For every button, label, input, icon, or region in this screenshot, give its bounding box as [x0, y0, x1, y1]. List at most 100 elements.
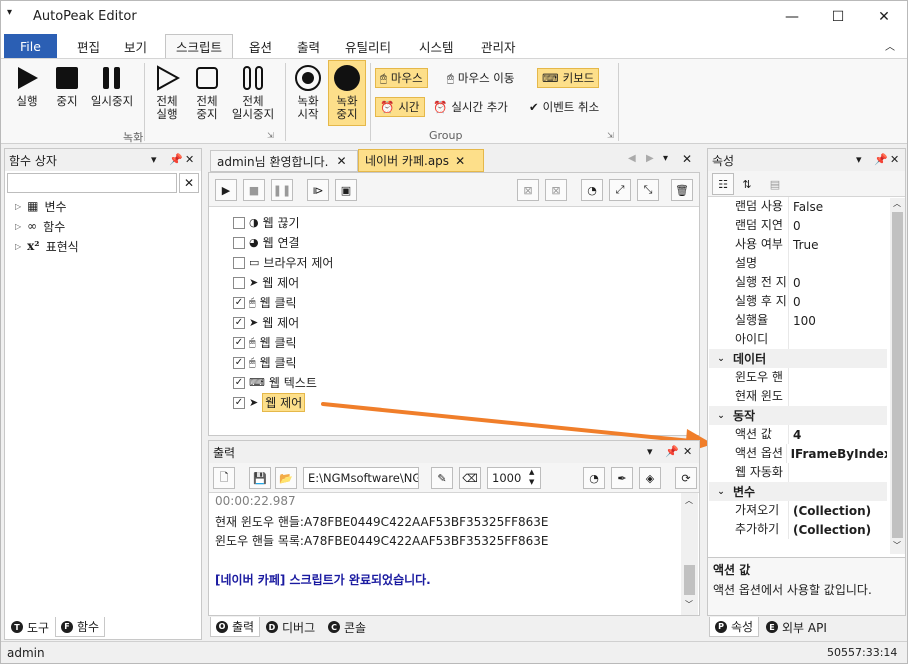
clear-search-button[interactable]: ✕ [179, 173, 199, 193]
minimize-button[interactable]: — [769, 1, 815, 32]
property-category[interactable]: ⌄ 동작 [709, 406, 887, 425]
tab-prev-icon[interactable]: ◀ [628, 153, 636, 164]
row-checkbox[interactable] [233, 276, 245, 289]
property-row[interactable]: 가져오기 (Collection) [709, 501, 887, 520]
pause-all-button[interactable]: 전체 일시중지 [227, 61, 279, 121]
property-value[interactable]: 100 [789, 314, 816, 328]
collapse-icon[interactable]: ⌄ [709, 354, 733, 364]
tab-system[interactable]: 시스템 [409, 34, 464, 58]
property-value[interactable]: False [789, 200, 823, 214]
dropdown-icon[interactable]: ▾ [151, 153, 157, 166]
new-log-button[interactable]: 🗋 [213, 467, 235, 489]
property-row[interactable]: 설명 [709, 254, 887, 273]
tab-output-bottom[interactable]: O 출력 [210, 617, 261, 637]
run-script-button[interactable]: ▶ [215, 179, 237, 201]
save-log-button[interactable]: 💾 [249, 467, 271, 489]
property-value[interactable]: 0 [789, 295, 801, 309]
expand-icon[interactable]: ▷ [15, 222, 21, 231]
close-icon[interactable]: ✕ [455, 154, 465, 168]
group-launcher-icon[interactable]: ⇲ [267, 131, 274, 140]
mouse-move-toggle[interactable]: 🖱 마우스 이동 [443, 68, 518, 88]
close-icon[interactable]: ✕ [890, 153, 899, 166]
keyboard-toggle[interactable]: ⌨ 키보드 [537, 68, 600, 88]
pin-icon[interactable]: 📌 [665, 445, 679, 458]
script-row[interactable]: ➤ 웹 제어 [233, 273, 299, 292]
row-checkbox[interactable]: ✓ [233, 316, 245, 329]
close-icon[interactable]: ✕ [336, 154, 346, 168]
realtime-add-toggle[interactable]: ⏰ 실시간 추가 [429, 97, 512, 117]
scroll-up-icon[interactable]: ︿ [685, 495, 693, 506]
open-folder-button[interactable]: 📂 [275, 467, 297, 489]
dropdown-icon[interactable]: ▾ [647, 445, 653, 458]
tree-item-function[interactable]: ▷ ∞ 함수 [15, 217, 65, 235]
pin-icon[interactable]: 📌 [169, 153, 183, 166]
tab-tools[interactable]: T 도구 [6, 617, 54, 637]
property-value[interactable]: (Collection) [789, 523, 871, 537]
close-icon[interactable]: ✕ [185, 153, 194, 166]
categorized-button[interactable]: ☷ [712, 173, 734, 195]
tab-next-icon[interactable]: ▶ [646, 153, 654, 164]
tab-console[interactable]: C 콘솔 [323, 617, 371, 637]
time-toggle[interactable]: ⏰ 시간 [375, 97, 425, 117]
script-row[interactable]: ✓ ➤ 웹 제어 [233, 393, 306, 412]
script-row[interactable]: ✓ 🖱 웹 클릭 [233, 293, 297, 312]
pin-icon[interactable]: 📌 [874, 153, 888, 166]
row-checkbox[interactable]: ✓ [233, 376, 245, 389]
property-row[interactable]: 액션 값4 [709, 425, 887, 444]
row-checkbox[interactable]: ✓ [233, 356, 245, 369]
property-value[interactable]: True [789, 238, 819, 252]
script-row[interactable]: ✓ ⌨ 웹 텍스트 [233, 373, 317, 392]
pause-script-button[interactable]: ❚❚ [271, 179, 293, 201]
stop-all-button[interactable]: 전체 중지 [189, 61, 225, 121]
script-row[interactable]: ◑ 웹 끊기 [233, 213, 300, 232]
function-search-input[interactable] [7, 173, 177, 193]
pause-button[interactable]: 일시중지 [87, 61, 137, 108]
property-row[interactable]: 현재 윈도 [709, 387, 887, 406]
log-path-input[interactable]: E:\NGMsoftware\NG [303, 467, 419, 489]
property-pages-button[interactable]: ▤ [764, 173, 786, 195]
stepper-arrows-icon[interactable]: ▲ ▼ [529, 467, 534, 487]
disable-button[interactable]: ⊠ [517, 179, 539, 201]
timer-button[interactable]: ◔ [581, 179, 603, 201]
property-row[interactable]: 실행율 100 [709, 311, 887, 330]
collapse-icon[interactable]: ⌄ [709, 411, 733, 421]
dropdown-icon[interactable]: ▾ [663, 153, 668, 164]
tab-admin[interactable]: 관리자 [471, 34, 526, 58]
tab-script[interactable]: 스크립트 [165, 34, 234, 58]
trash-button[interactable]: 🗑 [671, 179, 693, 201]
tab-debug[interactable]: D 디버그 [261, 617, 320, 637]
property-value[interactable]: IFrameByIndex [787, 447, 887, 461]
tab-options[interactable]: 옵션 [239, 34, 282, 58]
collapse-ribbon-icon[interactable]: ︿ [885, 38, 895, 53]
run-button[interactable]: 실행 [9, 61, 45, 108]
dropdown-icon[interactable]: ▾ [856, 153, 862, 166]
scroll-down-icon[interactable]: ﹀ [893, 540, 901, 551]
scroll-up-icon[interactable]: ︿ [893, 198, 901, 209]
tab-properties[interactable]: P 속성 [709, 617, 760, 637]
timestamp-button[interactable]: ◔ [583, 467, 605, 489]
close-button[interactable]: ✕ [861, 1, 907, 32]
row-checkbox[interactable]: ✓ [233, 296, 245, 309]
collapse-icon[interactable]: ⌄ [709, 487, 733, 497]
record-stop-button[interactable]: 녹화 중지 [328, 60, 366, 126]
property-value[interactable]: 0 [789, 276, 801, 290]
run-all-button[interactable]: 전체 실행 [149, 61, 185, 121]
group-launcher-icon-2[interactable]: ⇲ [607, 131, 614, 140]
row-checkbox[interactable] [233, 216, 245, 229]
property-row[interactable]: 아이디 [709, 330, 887, 349]
property-row[interactable]: 사용 여부 True [709, 235, 887, 254]
property-row[interactable]: 랜덤 사용 False [709, 197, 887, 216]
maximize-button[interactable]: ☐ [815, 1, 861, 32]
scroll-thumb[interactable] [684, 565, 695, 595]
scroll-thumb[interactable] [892, 212, 903, 538]
run-from-button[interactable]: ▣ [335, 179, 357, 201]
script-row[interactable]: ✓ 🖱 웹 클릭 [233, 333, 297, 352]
property-value[interactable]: 0 [789, 219, 801, 233]
expand-icon[interactable]: ▷ [15, 202, 21, 211]
property-row[interactable]: 웹 자동화 [709, 463, 887, 482]
stop-button[interactable]: 중지 [49, 61, 85, 108]
record-start-button[interactable]: 녹화 시작 [290, 61, 326, 121]
script-row[interactable]: ▭ 브라우저 제어 [233, 253, 333, 272]
alphabetical-button[interactable]: ⇅ [736, 173, 758, 195]
row-checkbox[interactable]: ✓ [233, 396, 245, 409]
